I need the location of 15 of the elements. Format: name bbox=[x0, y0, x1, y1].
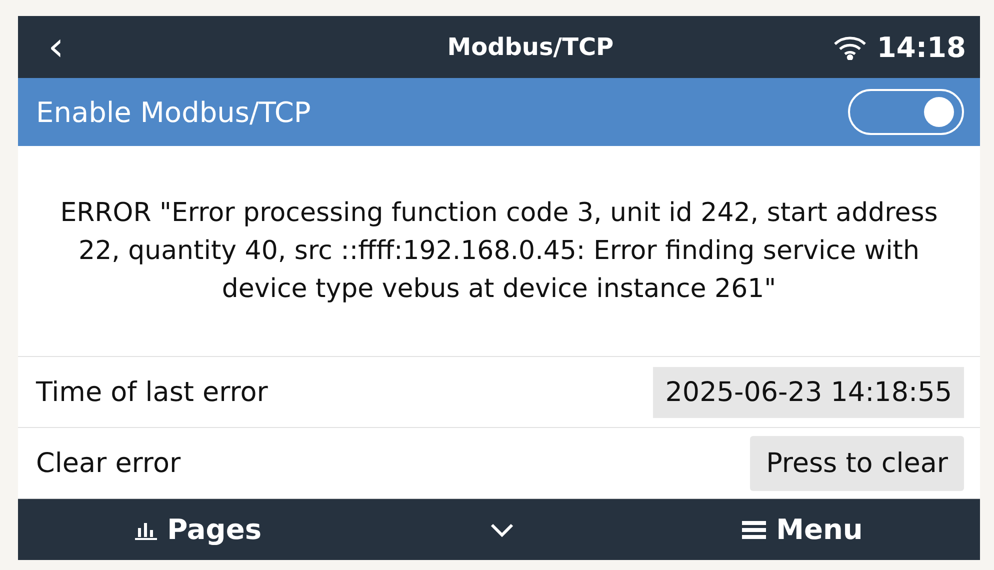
back-button[interactable]: ‹ bbox=[48, 27, 108, 67]
toggle-switch[interactable] bbox=[848, 89, 964, 135]
row-label: Time of last error bbox=[36, 376, 268, 408]
clear-button[interactable]: Press to clear bbox=[750, 436, 964, 490]
value-field: 2025-06-23 14:18:55 bbox=[653, 366, 964, 418]
menu-icon bbox=[742, 520, 766, 540]
clock-time: 14:18 bbox=[876, 30, 966, 64]
chevron-down-icon[interactable] bbox=[490, 522, 514, 536]
row-label: Clear error bbox=[36, 448, 181, 478]
menu-button[interactable]: Menu bbox=[736, 512, 869, 547]
wifi-icon bbox=[832, 34, 867, 60]
page-title: Modbus/TCP bbox=[446, 33, 615, 61]
pages-button[interactable]: Pages bbox=[129, 512, 268, 547]
setting-label: Enable Modbus/TCP bbox=[36, 96, 311, 128]
error-message: ERROR "Error processing function code 3, unit id 242, start address 22, quantity 40, src ::ffff:192.168.0.45: Error finding service with device type vebus at device instance 261" bbox=[59, 197, 939, 306]
